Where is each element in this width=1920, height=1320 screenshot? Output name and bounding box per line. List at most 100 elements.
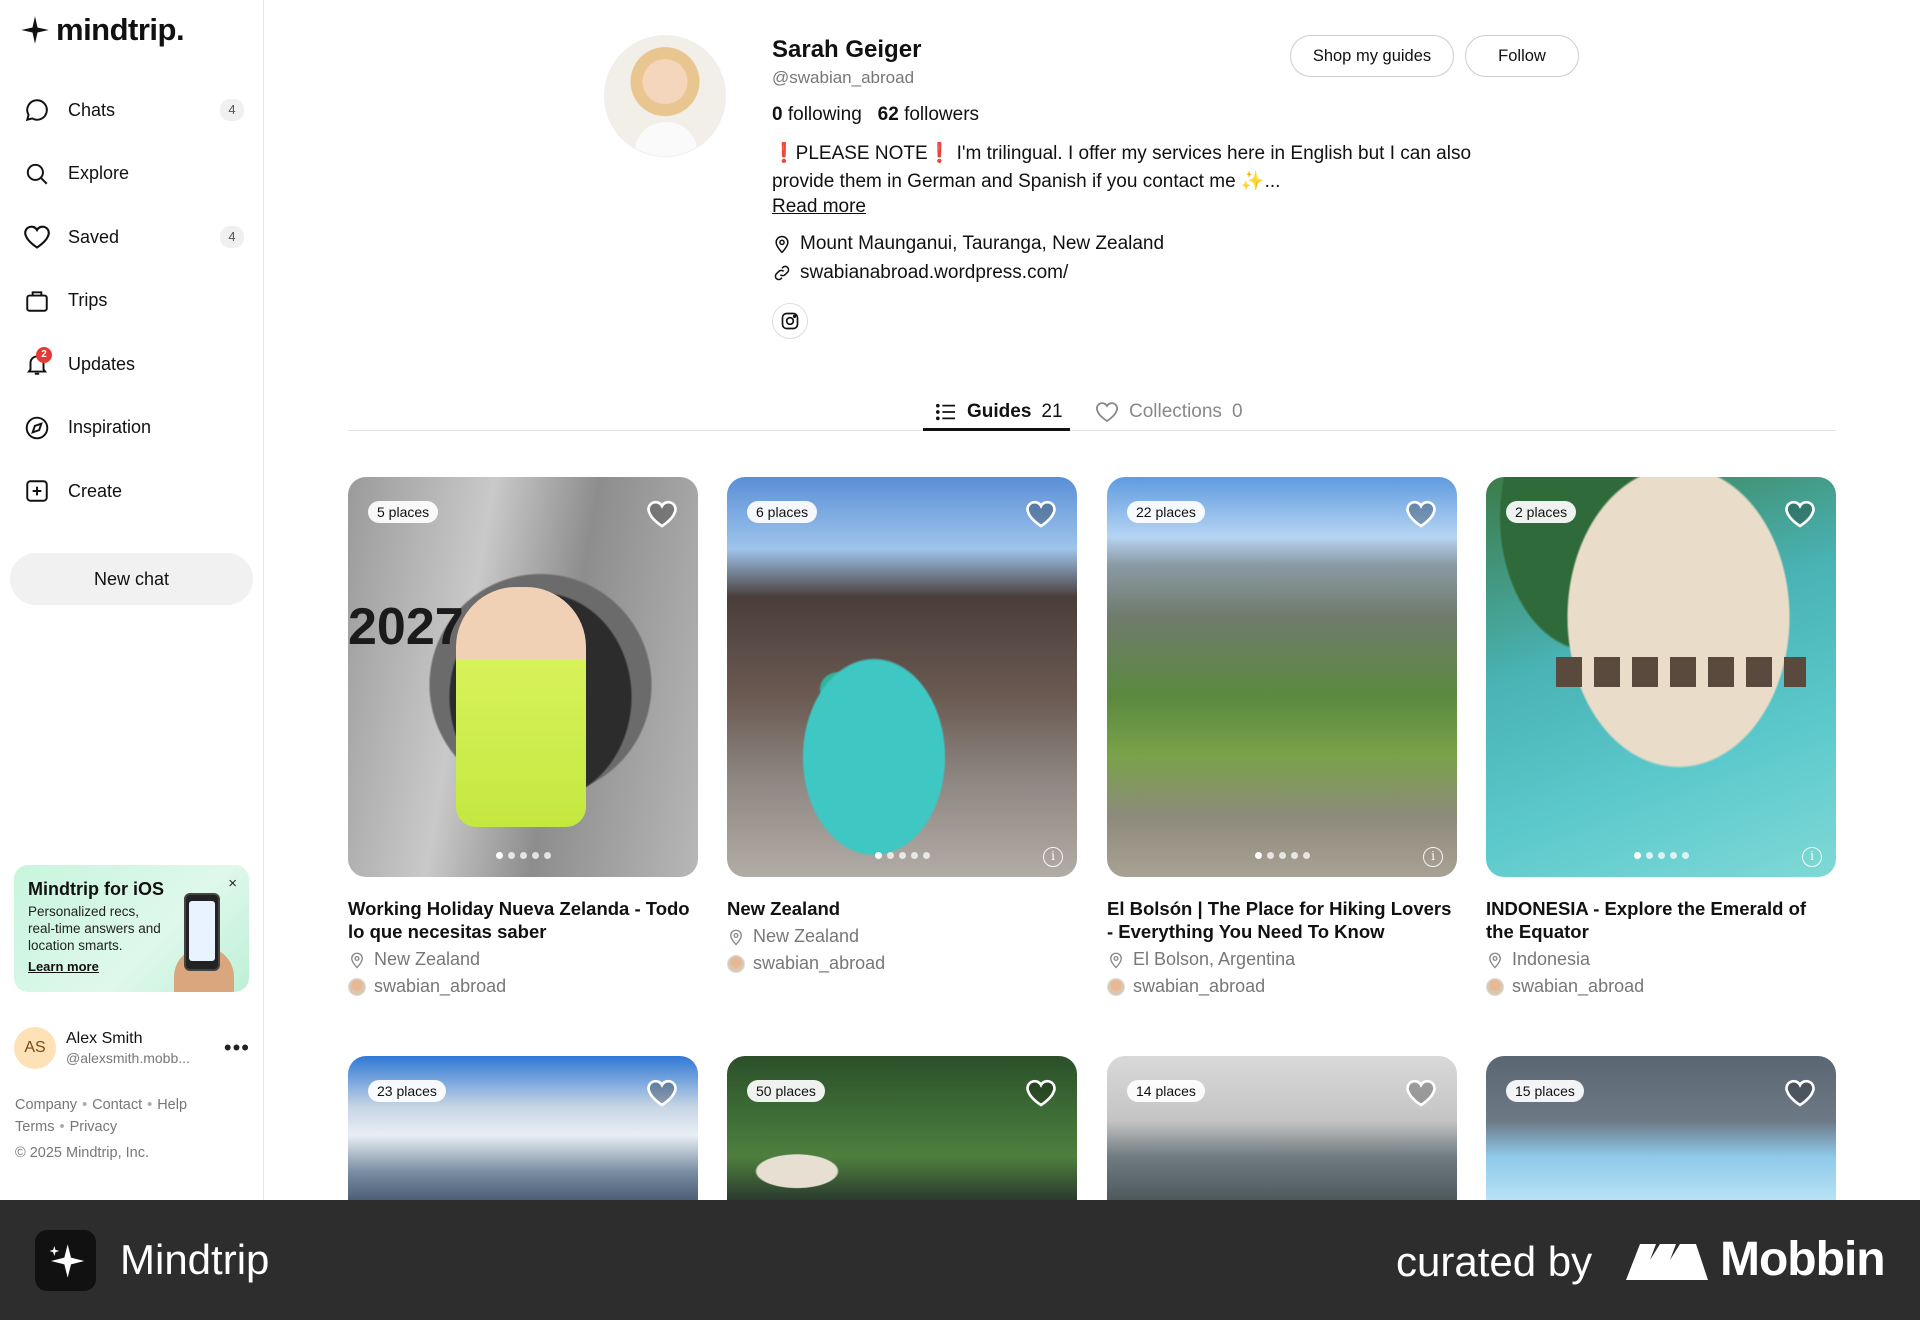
guide-image[interactable]: 6 places i [727,477,1077,877]
sidebar-item-label: Create [68,480,123,501]
info-icon[interactable]: i [1043,847,1063,867]
guide-author[interactable]: swabian_abroad [1486,976,1836,997]
info-icon[interactable]: i [1802,847,1822,867]
tab-guides[interactable]: Guides 21 [935,392,1063,432]
sidebar-item-explore[interactable]: Explore [10,146,254,202]
guide-card[interactable]: 2 places i INDONESIA - Explore the Emera… [1486,477,1836,997]
sidebar-item-label: Updates [68,353,136,374]
logo[interactable]: mindtrip. [20,12,185,48]
heart-icon [1096,402,1118,423]
heart-icon[interactable] [646,499,678,529]
guide-card[interactable]: 50 places [727,1056,1077,1200]
location-pin-icon [730,929,742,945]
bag-icon [22,286,52,316]
guide-author[interactable]: swabian_abroad [348,976,698,997]
sidebar-item-inspiration[interactable]: Inspiration [10,400,254,456]
phone-illustration [184,893,220,971]
guide-title[interactable]: El Bolsón | The Place for Hiking Lovers … [1107,897,1457,943]
separator: • [82,1097,88,1113]
guide-image[interactable]: 2027 5 places [348,477,698,877]
instagram-icon[interactable] [772,303,808,339]
carousel-dots[interactable] [348,852,698,859]
guide-title[interactable]: Working Holiday Nueva Zelanda - Todo lo … [348,897,698,943]
heart-icon[interactable] [1025,499,1057,529]
location-text: El Bolson, Argentina [1133,949,1296,969]
guide-title[interactable]: INDONESIA - Explore the Emerald of the E… [1486,897,1836,943]
places-count-badge: 5 places [368,501,439,523]
learn-more-link[interactable]: Learn more [28,959,99,974]
mobbin-logo: Mobbin [1626,1232,1886,1287]
guide-image[interactable]: 15 places [1486,1056,1836,1200]
read-more-link[interactable]: Read more [772,196,866,218]
tab-label: Guides [967,401,1032,422]
more-options-icon[interactable]: ••• [224,1035,250,1061]
guide-card[interactable]: 2027 5 places Working Holiday Nueva Zela… [348,477,698,997]
guide-author[interactable]: swabian_abroad [1107,976,1457,997]
sidebar-item-label: Chats [68,99,116,120]
carousel-dots[interactable] [1107,852,1457,859]
sidebar-item-label: Saved [68,226,120,247]
guide-image[interactable]: 2 places i [1486,477,1836,877]
footer-app-name: Mindtrip [120,1236,270,1283]
following-count: 0 [772,104,783,125]
company-link[interactable]: Company [15,1097,77,1113]
ios-promo-card[interactable]: Mindtrip for iOS Personalized recs, real… [14,865,249,992]
heart-icon[interactable] [646,1078,678,1108]
profile-location: Mount Maunganui, Tauranga, New Zealand [772,233,1164,255]
heart-icon[interactable] [1405,499,1437,529]
tab-collections[interactable]: Collections 0 [1095,392,1243,432]
guide-image[interactable]: 22 places i [1107,477,1457,877]
guide-image[interactable]: 23 places [348,1056,698,1200]
terms-link[interactable]: Terms [15,1119,54,1135]
photo-huts [1556,657,1806,687]
help-link[interactable]: Help [157,1097,187,1113]
bell-icon: 2 [22,347,52,379]
heart-icon[interactable] [1784,1078,1816,1108]
profile-avatar [604,35,726,157]
heart-icon[interactable] [1025,1078,1057,1108]
places-count-badge: 6 places [747,501,818,523]
avatar: AS [14,1027,56,1069]
carousel-dots[interactable] [1486,852,1836,859]
privacy-link[interactable]: Privacy [70,1119,118,1135]
shop-my-guides-button[interactable]: Shop my guides [1290,35,1454,77]
sidebar-item-updates[interactable]: 2 Updates [10,336,254,392]
location-pin-icon [1489,952,1501,968]
contact-link[interactable]: Contact [92,1097,142,1113]
warning-mark: ❗ [927,143,952,164]
guide-card[interactable]: 6 places i New Zealand New Zealand swabi… [727,477,1077,974]
curated-by-label: curated by [1396,1238,1593,1285]
sidebar: mindtrip. Chats 4 Explore Saved 4 Trips … [0,0,264,1200]
sidebar-item-chats[interactable]: Chats 4 [10,82,254,138]
photo-subject [456,587,586,827]
heart-icon[interactable] [1784,499,1816,529]
sidebar-item-trips[interactable]: Trips [10,273,254,329]
guide-card[interactable]: 23 places [348,1056,698,1200]
following-label[interactable]: following [788,104,862,125]
profile-name: Sarah Geiger [772,36,922,63]
location-pin-icon [1110,952,1122,968]
count-badge: 4 [220,226,244,248]
guide-image[interactable]: 50 places [727,1056,1077,1200]
heart-icon[interactable] [1405,1078,1437,1108]
website-link[interactable]: swabianabroad.wordpress.com/ [800,262,1068,284]
follow-button[interactable]: Follow [1465,35,1579,77]
info-icon[interactable]: i [1423,847,1443,867]
guide-card[interactable]: 14 places [1107,1056,1457,1200]
guide-image[interactable]: 14 places [1107,1056,1457,1200]
user-account[interactable]: AS Alex Smith @alexsmith.mobb... ••• [14,1025,250,1071]
followers-count: 62 [877,104,899,125]
search-icon [22,159,52,189]
new-chat-button[interactable]: New chat [10,553,253,605]
guide-card[interactable]: 22 places i El Bolsón | The Place for Hi… [1107,477,1457,997]
followers-label[interactable]: followers [904,104,979,125]
carousel-dots[interactable] [727,852,1077,859]
sidebar-item-saved[interactable]: Saved 4 [10,209,254,265]
guide-author[interactable]: swabian_abroad [727,953,1077,974]
sidebar-item-create[interactable]: Create [10,463,254,519]
guide-title[interactable]: New Zealand [727,897,1077,920]
guide-card[interactable]: 15 places [1486,1056,1836,1200]
profile-website[interactable]: swabianabroad.wordpress.com/ [772,262,1068,284]
places-count-badge: 14 places [1127,1080,1205,1102]
close-icon[interactable]: × [228,875,237,892]
